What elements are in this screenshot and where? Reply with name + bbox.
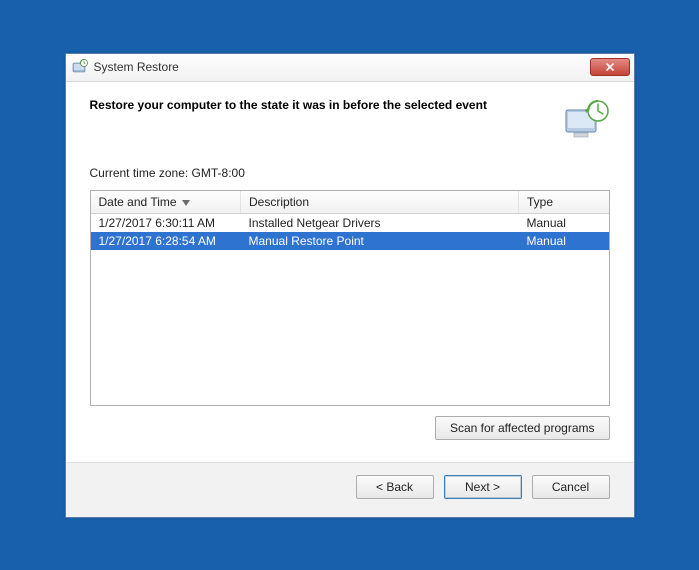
column-header-datetime[interactable]: Date and Time [91, 191, 241, 214]
table-row[interactable]: 1/27/2017 6:28:54 AMManual Restore Point… [91, 232, 609, 250]
cancel-button[interactable]: Cancel [532, 475, 610, 499]
cell-datetime: 1/27/2017 6:30:11 AM [91, 214, 241, 233]
column-header-datetime-label: Date and Time [99, 195, 177, 209]
next-button[interactable]: Next > [444, 475, 522, 499]
table-row[interactable]: 1/27/2017 6:30:11 AMInstalled Netgear Dr… [91, 214, 609, 233]
window-title: System Restore [94, 60, 590, 74]
system-restore-window: System Restore Restore your computer to … [65, 53, 635, 518]
restore-header-icon [564, 98, 610, 140]
restore-points-table[interactable]: Date and Time Description Type 1 [90, 190, 610, 406]
timezone-label: Current time zone: GMT-8:00 [90, 166, 610, 180]
column-header-description[interactable]: Description [241, 191, 519, 214]
close-button[interactable] [590, 58, 630, 76]
back-button[interactable]: < Back [356, 475, 434, 499]
sort-descending-icon [182, 195, 190, 209]
cell-description: Installed Netgear Drivers [241, 214, 519, 233]
column-header-description-label: Description [249, 195, 309, 209]
footer: < Back Next > Cancel [66, 462, 634, 517]
cell-datetime: 1/27/2017 6:28:54 AM [91, 232, 241, 250]
scan-affected-programs-button[interactable]: Scan for affected programs [435, 416, 610, 440]
content-area: Restore your computer to the state it wa… [66, 82, 634, 440]
column-header-type-label: Type [527, 195, 553, 209]
cell-type: Manual [519, 214, 609, 233]
cell-type: Manual [519, 232, 609, 250]
scan-row: Scan for affected programs [90, 416, 610, 440]
titlebar: System Restore [66, 54, 634, 82]
header-row: Restore your computer to the state it wa… [90, 98, 610, 140]
column-header-type[interactable]: Type [519, 191, 609, 214]
restore-app-icon [72, 59, 88, 75]
page-heading: Restore your computer to the state it wa… [90, 98, 552, 114]
cell-description: Manual Restore Point [241, 232, 519, 250]
